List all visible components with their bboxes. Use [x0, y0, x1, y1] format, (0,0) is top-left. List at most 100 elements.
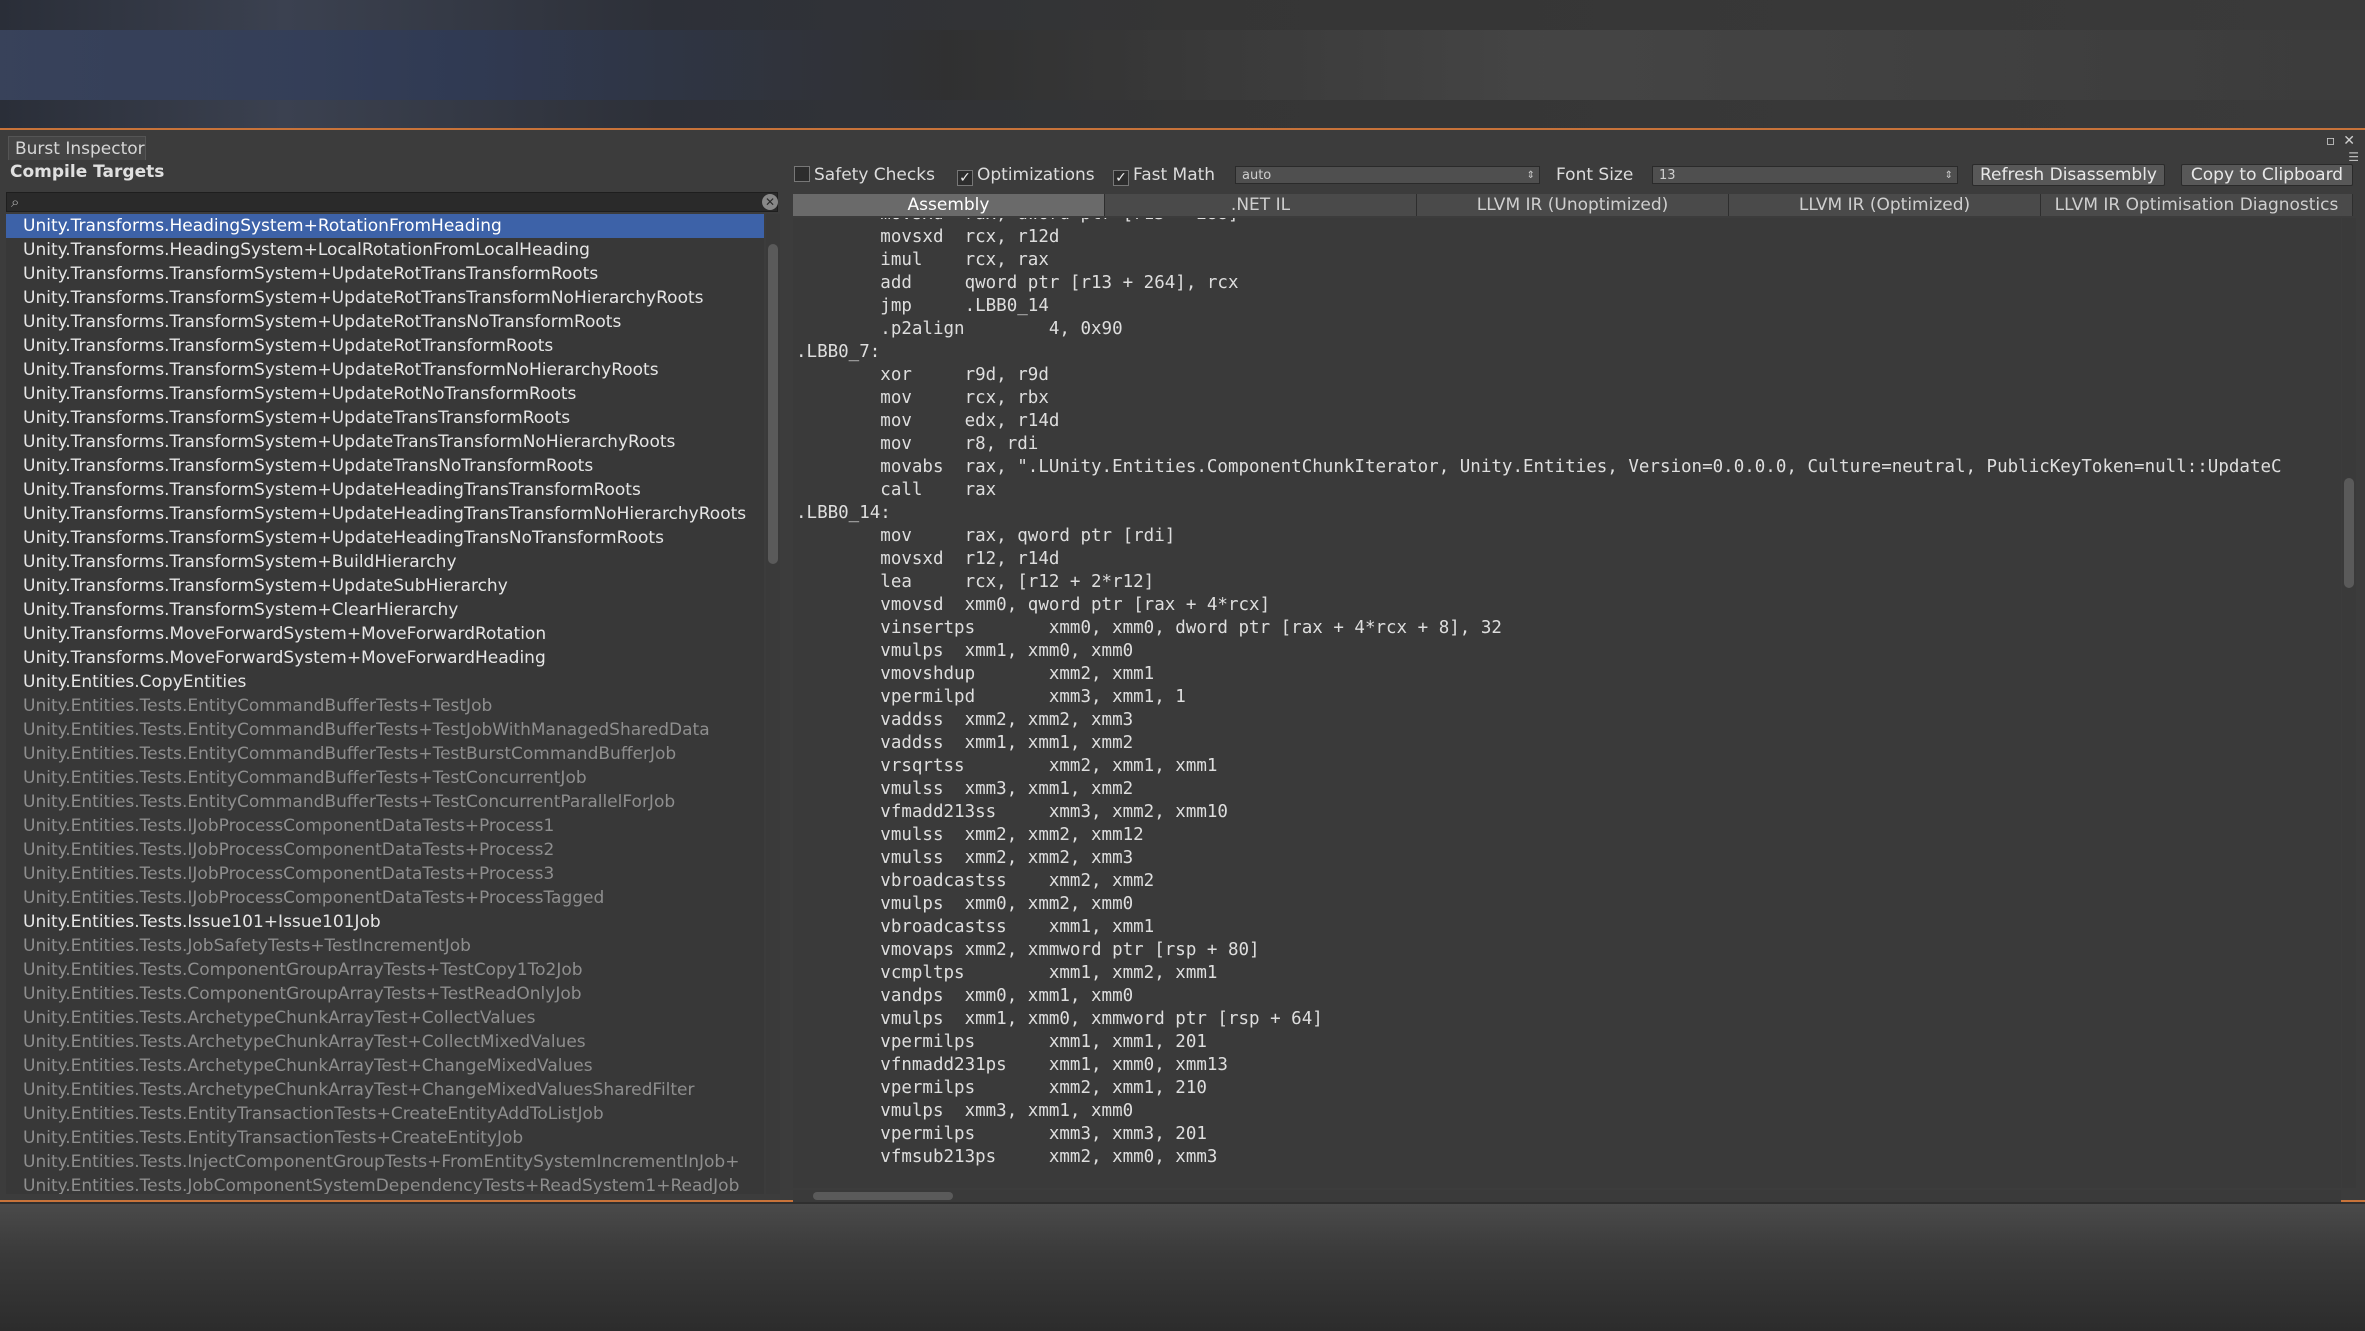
optimizations-checkbox[interactable]: ✓ [957, 170, 973, 186]
assembly-line: call rax [796, 480, 997, 500]
assembly-line: mov edx, r14d [796, 411, 1060, 431]
compile-target-item[interactable]: Unity.Entities.Tests.ArchetypeChunkArray… [6, 1006, 764, 1030]
assembly-line: .LBB0_7: [796, 342, 881, 362]
close-icon[interactable]: ✕ [2343, 133, 2355, 149]
compile-target-item[interactable]: Unity.Entities.Tests.EntityCommandBuffer… [6, 790, 764, 814]
compile-target-item[interactable]: Unity.Entities.Tests.InjectComponentGrou… [6, 1150, 764, 1174]
compile-target-item[interactable]: Unity.Transforms.TransformSystem+UpdateH… [6, 526, 764, 550]
tab-llvm-ir-optimisation-diagnostics[interactable]: LLVM IR Optimisation Diagnostics [2041, 194, 2353, 216]
target-search-input[interactable] [29, 194, 753, 212]
compile-target-item[interactable]: Unity.Transforms.TransformSystem+UpdateR… [6, 310, 764, 334]
compile-target-item[interactable]: Unity.Entities.Tests.IJobProcessComponen… [6, 814, 764, 838]
compile-target-item[interactable]: Unity.Transforms.TransformSystem+UpdateT… [6, 430, 764, 454]
assembly-line: vmulps xmm0, xmm2, xmm0 [796, 894, 1134, 914]
maximize-icon[interactable]: ▫ [2326, 133, 2336, 149]
compile-target-item[interactable]: Unity.Transforms.TransformSystem+UpdateH… [6, 502, 764, 526]
compile-target-item[interactable]: Unity.Transforms.TransformSystem+ClearHi… [6, 598, 764, 622]
safety-checks-checkbox[interactable] [794, 166, 810, 182]
chevron-updown-icon: ⇕ [1526, 170, 1535, 181]
background-blur-bottom [0, 1204, 2365, 1331]
compile-target-item[interactable]: Unity.Entities.Tests.IJobProcessComponen… [6, 886, 764, 910]
target-search-field[interactable]: ⌕ [6, 192, 778, 212]
assembly-code: movsxd rax, dword ptr [r13 + 288] movsxd… [796, 218, 2282, 1169]
compile-target-item[interactable]: Unity.Entities.Tests.ComponentGroupArray… [6, 958, 764, 982]
assembly-line: vrsqrtss xmm2, xmm1, xmm1 [796, 756, 1218, 776]
compile-target-item[interactable]: Unity.Entities.Tests.EntityTransactionTe… [6, 1102, 764, 1126]
font-size-value: 13 [1659, 168, 1676, 183]
compile-target-item[interactable]: Unity.Transforms.TransformSystem+BuildHi… [6, 550, 764, 574]
assembly-line: vinsertps xmm0, xmm0, dword ptr [rax + 4… [796, 618, 1502, 638]
compile-target-item[interactable]: Unity.Entities.Tests.Issue101+Issue101Jo… [6, 910, 764, 934]
compile-target-item[interactable]: Unity.Transforms.TransformSystem+UpdateS… [6, 574, 764, 598]
vertical-scrollbar-thumb[interactable] [2344, 478, 2354, 588]
compile-target-item[interactable]: Unity.Entities.Tests.JobSafetyTests+Test… [6, 934, 764, 958]
compile-targets-title: Compile Targets [10, 162, 165, 182]
compile-target-item[interactable]: Unity.Transforms.TransformSystem+UpdateT… [6, 406, 764, 430]
tab-assembly[interactable]: Assembly [793, 194, 1105, 216]
compile-target-item[interactable]: Unity.Entities.Tests.ArchetypeChunkArray… [6, 1078, 764, 1102]
assembly-line: vaddss xmm1, xmm1, xmm2 [796, 733, 1134, 753]
assembly-line: .LBB0_14: [796, 503, 891, 523]
compile-target-item[interactable]: Unity.Entities.Tests.EntityCommandBuffer… [6, 742, 764, 766]
assembly-line: vpermilpd xmm3, xmm1, 1 [796, 687, 1186, 707]
compile-target-item[interactable]: Unity.Entities.Tests.EntityCommandBuffer… [6, 694, 764, 718]
assembly-line: vmulss xmm2, xmm2, xmm3 [796, 848, 1134, 868]
tab-llvm-ir-optimized[interactable]: LLVM IR (Optimized) [1729, 194, 2041, 216]
fast-math-checkbox[interactable]: ✓ [1113, 170, 1129, 186]
compile-target-item[interactable]: Unity.Transforms.TransformSystem+UpdateR… [6, 286, 764, 310]
disassembly-vertical-scrollbar[interactable] [2342, 218, 2356, 1188]
compile-target-item[interactable]: Unity.Transforms.TransformSystem+UpdateR… [6, 358, 764, 382]
compile-target-item[interactable]: Unity.Entities.Tests.EntityTransactionTe… [6, 1126, 764, 1150]
assembly-line: movsxd r12, r14d [796, 549, 1060, 569]
copy-to-clipboard-button[interactable]: Copy to Clipboard [2181, 164, 2353, 186]
assembly-line: vmulps xmm3, xmm1, xmm0 [796, 1101, 1134, 1121]
assembly-line: vmovsd xmm0, qword ptr [rax + 4*rcx] [796, 595, 1271, 615]
assembly-line: vfnmadd231ps xmm1, xmm0, xmm13 [796, 1055, 1228, 1075]
assembly-line: vpermilps xmm1, xmm1, 201 [796, 1032, 1207, 1052]
optimizations-toggle[interactable]: ✓ Optimizations [957, 165, 1095, 186]
font-size-dropdown[interactable]: 13 ⇕ [1652, 166, 1958, 184]
safety-checks-toggle[interactable]: Safety Checks [794, 165, 935, 185]
compile-target-item[interactable]: Unity.Entities.Tests.JobComponentSystemD… [6, 1174, 764, 1194]
compile-target-item[interactable]: Unity.Transforms.TransformSystem+UpdateT… [6, 454, 764, 478]
assembly-line: mov r8, rdi [796, 434, 1039, 454]
compile-target-item[interactable]: Unity.Entities.Tests.EntityCommandBuffer… [6, 718, 764, 742]
fast-math-toggle[interactable]: ✓ Fast Math [1113, 165, 1216, 186]
horizontal-scrollbar-thumb[interactable] [813, 1192, 953, 1200]
assembly-line: movsxd rcx, r12d [796, 227, 1060, 247]
tab-llvm-ir-unoptimized[interactable]: LLVM IR (Unoptimized) [1417, 194, 1729, 216]
compile-target-item[interactable]: Unity.Entities.Tests.IJobProcessComponen… [6, 838, 764, 862]
disassembly-view: movsxd rax, dword ptr [r13 + 288] movsxd… [793, 218, 2341, 1188]
refresh-disassembly-button[interactable]: Refresh Disassembly [1972, 164, 2165, 186]
font-size-label: Font Size [1556, 165, 1634, 185]
compile-target-item[interactable]: Unity.Transforms.TransformSystem+UpdateR… [6, 262, 764, 286]
assembly-line: add qword ptr [r13 + 264], rcx [796, 273, 1239, 293]
search-clear-icon[interactable]: ✕ [762, 194, 778, 210]
target-cpu-dropdown[interactable]: auto ⇕ [1235, 166, 1540, 184]
compile-target-item[interactable]: Unity.Transforms.TransformSystem+UpdateH… [6, 478, 764, 502]
compile-target-item[interactable]: Unity.Entities.Tests.ComponentGroupArray… [6, 982, 764, 1006]
compile-target-item[interactable]: Unity.Entities.CopyEntities [6, 670, 764, 694]
compile-target-item[interactable]: Unity.Entities.Tests.ArchetypeChunkArray… [6, 1030, 764, 1054]
assembly-line: .p2align 4, 0x90 [796, 319, 1123, 339]
assembly-line: imul rcx, rax [796, 250, 1049, 270]
fast-math-label: Fast Math [1133, 165, 1216, 185]
compile-target-item[interactable]: Unity.Transforms.MoveForwardSystem+MoveF… [6, 646, 764, 670]
compile-target-item[interactable]: Unity.Transforms.MoveForwardSystem+MoveF… [6, 622, 764, 646]
targets-scrollbar-thumb[interactable] [768, 244, 778, 564]
search-icon: ⌕ [11, 193, 20, 211]
compile-target-item[interactable]: Unity.Transforms.TransformSystem+UpdateR… [6, 382, 764, 406]
window-controls: ▫ ✕ [2318, 133, 2355, 149]
compile-target-item[interactable]: Unity.Transforms.TransformSystem+UpdateR… [6, 334, 764, 358]
window-tab[interactable]: Burst Inspector [8, 136, 146, 160]
assembly-line: vpermilps xmm2, xmm1, 210 [796, 1078, 1207, 1098]
compile-target-item[interactable]: Unity.Entities.Tests.ArchetypeChunkArray… [6, 1054, 764, 1078]
compile-targets-list: Unity.Transforms.HeadingSystem+RotationF… [6, 214, 764, 1194]
compile-target-item[interactable]: Unity.Transforms.HeadingSystem+LocalRota… [6, 238, 764, 262]
targets-scrollbar[interactable] [766, 214, 780, 1194]
tab-net-il[interactable]: .NET IL [1105, 194, 1417, 216]
compile-target-item[interactable]: Unity.Transforms.HeadingSystem+RotationF… [6, 214, 764, 238]
disassembly-horizontal-scrollbar[interactable] [793, 1190, 2341, 1202]
compile-target-item[interactable]: Unity.Entities.Tests.IJobProcessComponen… [6, 862, 764, 886]
compile-target-item[interactable]: Unity.Entities.Tests.EntityCommandBuffer… [6, 766, 764, 790]
